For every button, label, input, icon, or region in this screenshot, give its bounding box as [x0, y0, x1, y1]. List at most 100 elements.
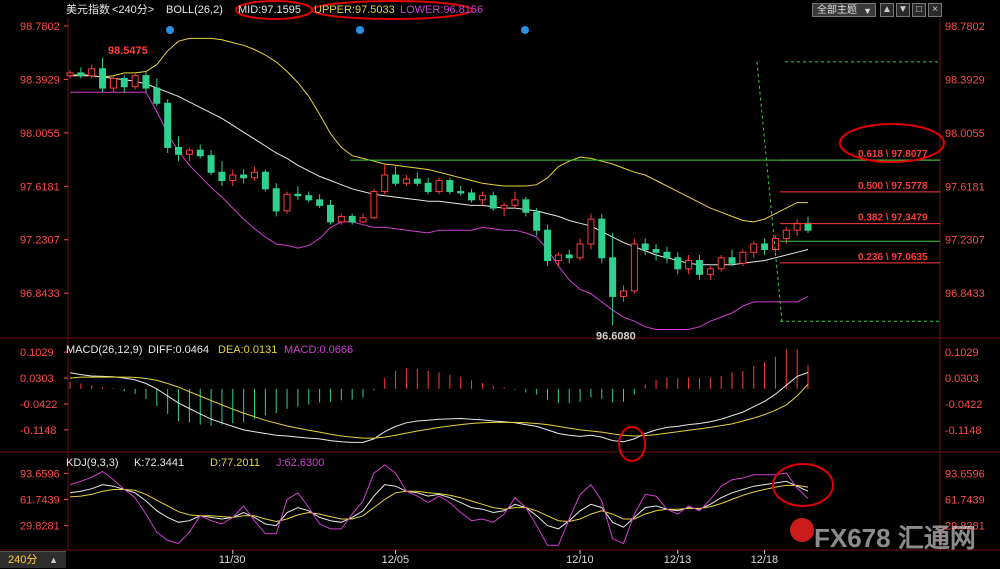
theme-dropdown-label: 全部主题 [817, 5, 857, 16]
boll-lower-value: LOWER:96.8156 [400, 4, 484, 16]
price-tick-right: 98.7802 [945, 21, 985, 33]
kdj-j-value: J:62.6300 [276, 457, 325, 469]
candle-body [164, 102, 172, 148]
theme-dropdown[interactable]: 全部主题 ▼ [812, 3, 876, 17]
candle-body [609, 257, 617, 297]
candle-body [305, 195, 313, 201]
price-tick-left: 98.0055 [20, 128, 60, 140]
watermark-logo-icon [790, 518, 814, 542]
candle-body [175, 146, 183, 155]
macd-panel [69, 349, 809, 443]
chevron-down-icon: ▼ [863, 6, 872, 16]
candle-body [413, 178, 421, 184]
candle-body [435, 180, 443, 193]
event-dot-icon [356, 26, 364, 34]
candle-body [565, 254, 573, 259]
period-label: <240分> [112, 4, 155, 16]
kdj-panel [69, 464, 809, 546]
chart-canvas[interactable]: 0.618 \ 97.8077 0.500 \ 97.5778 0.382 \ 97… [0, 0, 1000, 568]
candle-body [326, 204, 334, 223]
macd-indicator-label[interactable]: MACD(26,12,9) [66, 344, 142, 357]
candle-body [620, 290, 627, 297]
candle-body [381, 174, 389, 193]
candle-body [630, 243, 638, 292]
candle-body [500, 204, 508, 209]
date-tick-label: 12/10 [566, 554, 594, 566]
kdj-indicator-label[interactable]: KDJ(9,3,3) [66, 457, 119, 470]
maximize-button[interactable]: □ [912, 3, 926, 17]
price-tick-right: 98.0055 [945, 128, 985, 140]
price-tick-left: 97.6181 [20, 181, 60, 193]
candle-body [771, 237, 779, 251]
scroll-down-button[interactable]: ▼ [896, 3, 910, 17]
price-tick-right: 97.2307 [945, 235, 985, 247]
candle-body [251, 171, 258, 179]
candle-body [120, 77, 128, 88]
macd-tick-left: 0.1029 [20, 347, 54, 359]
boll-upper-line [69, 37, 808, 223]
candle-body [750, 243, 758, 253]
fib-label: 0.236 \ 97.0635 [858, 252, 928, 263]
kdj-tick-left: 29.8281 [20, 521, 60, 533]
boll-mid-line [70, 75, 809, 266]
candle-body [457, 191, 465, 194]
candlesticks [66, 57, 812, 326]
candle-body [511, 199, 519, 206]
close-button[interactable]: × [928, 3, 942, 17]
kdj-j-line [69, 464, 809, 546]
candle-body [674, 257, 682, 270]
candle-body [706, 268, 714, 275]
boll-upper-value: UPPER:97.5033 [314, 4, 395, 16]
highlight-ellipse [772, 463, 834, 507]
candle-body [142, 75, 150, 89]
boll-indicator-label[interactable]: BOLL(26,2) [166, 4, 223, 17]
candle-body [544, 229, 552, 262]
candle-body [402, 178, 410, 184]
candle-body [131, 75, 139, 88]
event-dot-icon [521, 26, 529, 34]
candle-body [337, 215, 345, 223]
candle-body [598, 218, 606, 259]
macd-tick-left: 0.0303 [20, 373, 54, 385]
candle-body [153, 87, 161, 104]
candle-body [478, 195, 486, 201]
candle-body [261, 171, 269, 190]
kdj-tick-right: 61.7439 [945, 495, 985, 507]
price-tick-left: 98.3929 [20, 74, 60, 86]
low-price-label: 96.6080 [596, 331, 636, 343]
candle-body [685, 260, 693, 270]
date-tick-label: 12/18 [751, 554, 779, 566]
kdj-k-value: K:72.3441 [134, 457, 185, 469]
candle-body [66, 72, 74, 77]
candle-body [392, 174, 400, 184]
candle-body [272, 188, 280, 212]
candle-body [240, 174, 248, 179]
chart-frame [0, 18, 1000, 551]
kdj-tick-left: 61.7439 [20, 495, 60, 507]
price-tick-left: 96.8433 [20, 288, 60, 300]
candle-body [99, 68, 107, 89]
candle-body [641, 243, 649, 250]
boll-lower-line [70, 91, 809, 330]
macd-diff-value: DIFF:0.0464 [148, 344, 210, 356]
macd-tick-left: -0.0422 [20, 399, 57, 411]
kdj-tick-right: 93.6596 [945, 468, 985, 480]
price-tick-right: 97.6181 [945, 181, 985, 193]
annotations: 98.5475 96.6080 [108, 0, 945, 507]
scroll-up-button[interactable]: ▲ [880, 3, 894, 17]
boll-mid-value: MID:97.1595 [238, 4, 301, 16]
price-tick-right: 98.3929 [945, 74, 985, 86]
macd-dea-value: DEA:0.0131 [218, 344, 278, 356]
candle-body [652, 249, 660, 253]
candle-body [468, 192, 476, 201]
price-tick-right: 96.8433 [945, 288, 985, 300]
candle-body [229, 174, 237, 182]
macd-value: MACD:0.0666 [284, 344, 354, 356]
axis-labels: 98.7802 98.7802 98.3929 98.3929 98.0055 98.00… [20, 21, 985, 566]
candle-body [522, 199, 530, 213]
candle-body [370, 191, 378, 219]
candle-body [793, 222, 801, 231]
kdj-tick-left: 93.6596 [20, 468, 60, 480]
fib-label: 0.500 \ 97.5778 [858, 181, 928, 192]
period-button[interactable]: 240分 ▲ [0, 551, 66, 568]
